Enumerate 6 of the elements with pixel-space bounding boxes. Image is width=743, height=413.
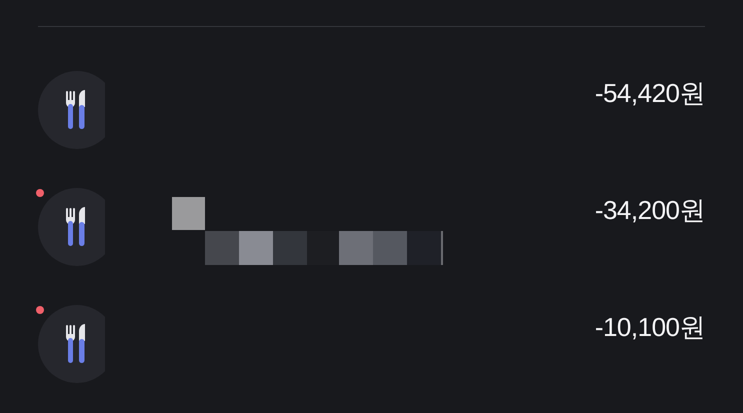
fork-knife-icon	[38, 304, 105, 382]
fork-knife-icon	[38, 70, 105, 148]
amount-text: -10,100원	[594, 311, 705, 344]
fork-knife-icon	[38, 188, 105, 266]
amount-text: -54,420원	[594, 77, 705, 110]
amount-text: -34,200원	[594, 194, 705, 227]
